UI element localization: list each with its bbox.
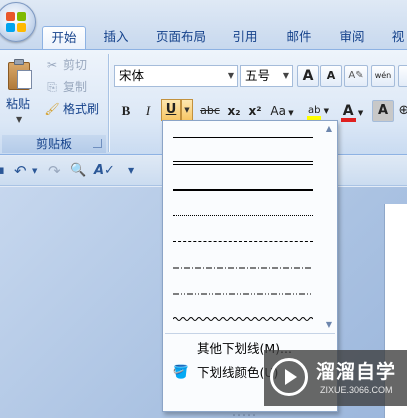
clear-formatting-button[interactable]: A✎ bbox=[344, 65, 368, 87]
format-painter-button[interactable]: 🖌 格式刷 bbox=[44, 99, 99, 119]
copy-button[interactable]: ⎘ 复制 bbox=[44, 77, 87, 97]
copy-icon: ⎘ bbox=[47, 80, 57, 94]
watermark-subtitle: ZIXUE.3066.COM bbox=[320, 385, 393, 395]
tab-insert[interactable]: 插入 bbox=[96, 26, 136, 50]
underline-single-option[interactable] bbox=[165, 125, 321, 151]
redo-icon[interactable]: ↷ bbox=[48, 161, 61, 181]
change-case-button[interactable]: Aa ▼ bbox=[268, 100, 296, 122]
ribbon-tab-bar: 开始 插入 页面布局 引用 邮件 审阅 视 bbox=[0, 0, 407, 51]
dash-dot-line bbox=[173, 267, 313, 269]
print-preview-icon[interactable]: 🔍 bbox=[70, 161, 86, 181]
enclosed-char-icon[interactable]: ⊕ bbox=[397, 100, 407, 122]
chevron-down-icon[interactable]: ▼ bbox=[32, 161, 37, 181]
tab-mailings[interactable]: 邮件 bbox=[279, 26, 319, 50]
shrink-font-button[interactable]: A bbox=[320, 65, 342, 87]
chevron-down-icon: ▼ bbox=[285, 109, 294, 117]
enclose-characters-button[interactable] bbox=[398, 65, 407, 87]
font-color-button[interactable]: A ▼ bbox=[336, 100, 368, 122]
undo-icon[interactable]: ↶ bbox=[14, 161, 27, 181]
subscript-button[interactable]: x₂ bbox=[224, 100, 244, 122]
chevron-down-icon[interactable]: ▼ bbox=[225, 66, 237, 86]
underline-button[interactable]: U bbox=[161, 99, 181, 121]
office-button[interactable] bbox=[0, 2, 36, 42]
font-size-combo[interactable]: 五号 ▼ bbox=[240, 65, 293, 87]
scroll-up-icon[interactable]: ▲ bbox=[323, 123, 335, 135]
paste-dropdown-arrow-icon[interactable]: ▼ bbox=[16, 110, 22, 130]
highlight-button[interactable]: ab ▼ bbox=[301, 100, 335, 122]
tab-page-layout[interactable]: 页面布局 bbox=[148, 26, 214, 50]
superscript-button[interactable]: x² bbox=[245, 100, 265, 122]
cut-button[interactable]: ✂ 剪切 bbox=[44, 55, 87, 75]
underline-dash-dot-option[interactable] bbox=[165, 255, 321, 281]
scroll-down-icon[interactable]: ▼ bbox=[323, 319, 335, 331]
bold-button[interactable]: B bbox=[116, 100, 136, 122]
underline-thick-option[interactable] bbox=[165, 177, 321, 203]
group-separator bbox=[108, 54, 109, 152]
tab-review[interactable]: 审阅 bbox=[332, 26, 372, 50]
office-logo-icon bbox=[6, 12, 26, 32]
underline-dash-dot-dot-option[interactable] bbox=[165, 281, 321, 307]
italic-button[interactable]: I bbox=[138, 100, 158, 122]
play-logo-icon bbox=[270, 358, 308, 396]
scissors-icon: ✂ bbox=[46, 58, 58, 72]
clipboard-launcher-icon[interactable] bbox=[93, 139, 102, 148]
font-name-combo[interactable]: 宋体 ▼ bbox=[114, 65, 238, 87]
character-shading-button[interactable]: A bbox=[372, 100, 394, 122]
clipboard-group-label: 剪贴板 bbox=[2, 135, 106, 153]
paste-icon[interactable] bbox=[6, 58, 34, 92]
underline-style-list bbox=[165, 123, 321, 331]
phonetic-guide-button[interactable]: wén bbox=[371, 65, 395, 87]
dash-dot-dot-line bbox=[173, 293, 313, 295]
underline-dashed-option[interactable] bbox=[165, 229, 321, 255]
menu-separator bbox=[165, 333, 335, 334]
tab-view[interactable]: 视 bbox=[386, 26, 407, 50]
paint-bucket-icon: 🪣 bbox=[172, 365, 190, 380]
underline-dropdown-arrow-icon[interactable]: ▼ bbox=[181, 99, 193, 121]
underline-wave-option[interactable] bbox=[165, 307, 321, 333]
strikethrough-button[interactable]: abc bbox=[197, 100, 223, 122]
grow-font-button[interactable]: A bbox=[297, 65, 319, 87]
spelling-icon[interactable]: A✓ bbox=[94, 161, 115, 181]
tab-references[interactable]: 引用 bbox=[225, 26, 265, 50]
wave-line bbox=[173, 317, 313, 321]
clear-formatting-icon: A✎ bbox=[348, 70, 364, 81]
underline-list-scrollbar[interactable]: ▲ ▼ bbox=[323, 123, 335, 331]
underline-dotted-option[interactable] bbox=[165, 203, 321, 229]
chevron-down-icon: ▼ bbox=[355, 109, 364, 117]
underline-double-option[interactable] bbox=[165, 151, 321, 177]
customize-icon[interactable]: ▼ bbox=[128, 161, 134, 181]
save-icon[interactable]: ▪ bbox=[0, 161, 5, 181]
chevron-down-icon: ▼ bbox=[321, 107, 330, 115]
tab-home[interactable]: 开始 bbox=[42, 26, 86, 51]
watermark: 溜溜自学 ZIXUE.3066.COM bbox=[264, 350, 407, 406]
chevron-down-icon[interactable]: ▼ bbox=[280, 66, 292, 86]
font-color-icon: A bbox=[340, 104, 356, 122]
format-painter-icon: 🖌 bbox=[44, 102, 60, 116]
highlighter-icon: ab bbox=[306, 105, 322, 120]
watermark-title: 溜溜自学 bbox=[316, 361, 397, 383]
